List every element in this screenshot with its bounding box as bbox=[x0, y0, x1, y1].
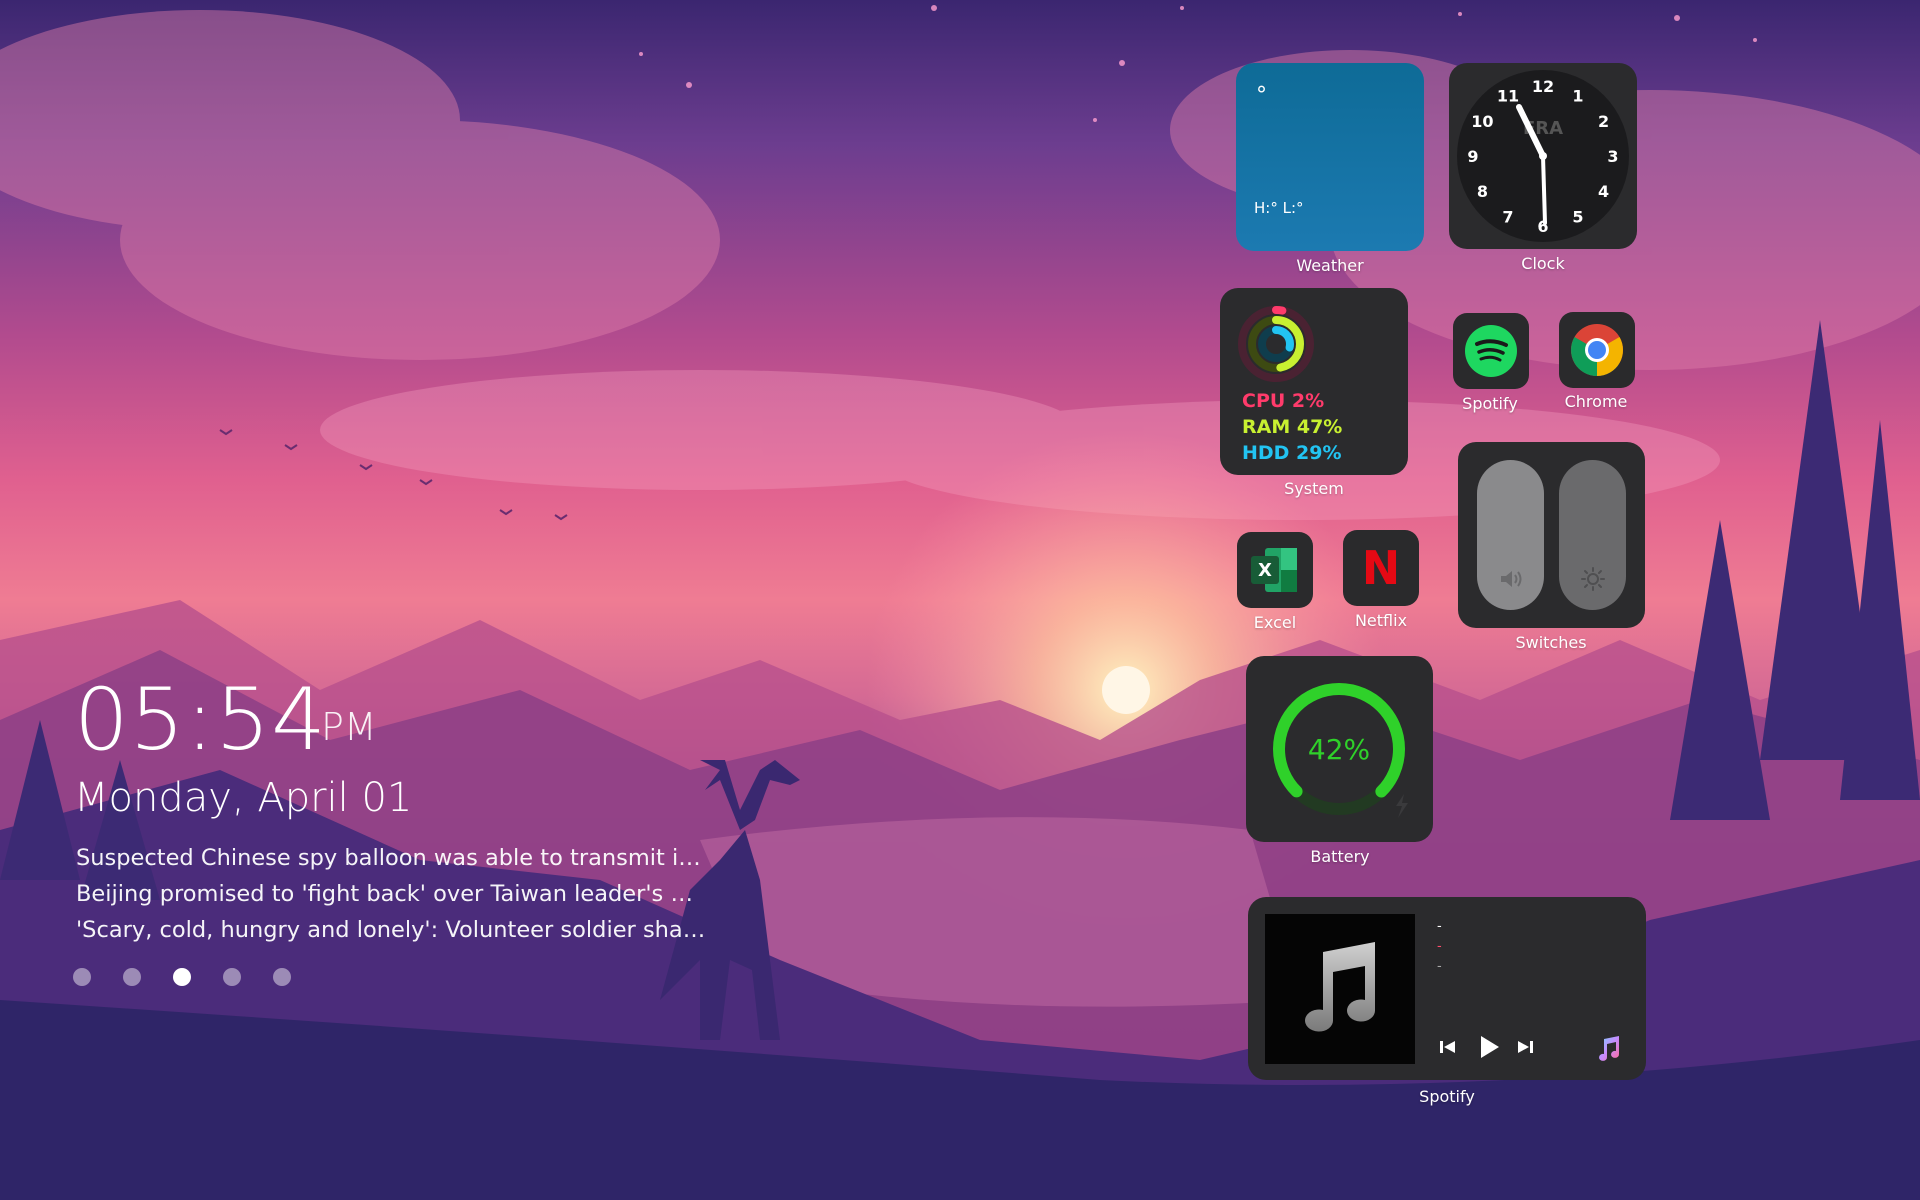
chrome-app-icon[interactable] bbox=[1559, 312, 1635, 388]
battery-label: Battery bbox=[1310, 847, 1370, 866]
clock-number: 10 bbox=[1471, 112, 1493, 131]
clock-minute-hand bbox=[1541, 154, 1547, 225]
clock-number: 4 bbox=[1598, 182, 1609, 201]
clock-number: 8 bbox=[1477, 182, 1488, 201]
play-icon[interactable] bbox=[1477, 1034, 1501, 1060]
cpu-usage: CPU 2% bbox=[1242, 390, 1325, 412]
battery-percent: 42% bbox=[1308, 733, 1370, 766]
netflix-icon: N bbox=[1362, 541, 1401, 595]
system-monitor-widget[interactable]: CPU 2% RAM 47% HDD 29% bbox=[1220, 288, 1408, 475]
switches-label: Switches bbox=[1515, 633, 1587, 652]
spotify-player-widget: - - - bbox=[1248, 897, 1646, 1080]
weather-high-low: H:° L:° bbox=[1254, 199, 1304, 217]
spotify-player-label: Spotify bbox=[1419, 1087, 1475, 1106]
news-headline[interactable]: Suspected Chinese spy balloon was able t… bbox=[76, 845, 706, 871]
pager-dot[interactable] bbox=[73, 968, 91, 986]
clock-number: 5 bbox=[1572, 208, 1583, 227]
news-headline[interactable]: 'Scary, cold, hungry and lonely': Volunt… bbox=[76, 917, 706, 943]
netflix-app-label: Netflix bbox=[1354, 611, 1408, 630]
track-album: - bbox=[1437, 959, 1442, 974]
desktop-date: Monday, April 01 bbox=[74, 775, 413, 821]
clock-label: Clock bbox=[1521, 254, 1565, 273]
weather-widget[interactable]: ° H:° L:° bbox=[1236, 63, 1424, 251]
excel-app-icon[interactable]: X bbox=[1237, 532, 1313, 608]
clock-number: 12 bbox=[1532, 77, 1554, 96]
chrome-icon bbox=[1571, 324, 1623, 376]
previous-track-icon[interactable] bbox=[1439, 1039, 1457, 1055]
ram-usage: RAM 47% bbox=[1242, 416, 1343, 438]
clock-number: 3 bbox=[1607, 147, 1618, 166]
battery-ring: 42% bbox=[1273, 683, 1408, 818]
clock-number: 9 bbox=[1467, 147, 1478, 166]
weather-temperature: ° bbox=[1256, 83, 1267, 108]
track-title: - bbox=[1437, 919, 1442, 934]
clock-widget[interactable]: FRA 12 1 2 3 4 5 6 7 8 9 10 11 bbox=[1449, 63, 1637, 249]
netflix-app-icon[interactable]: N bbox=[1343, 530, 1419, 606]
system-rings bbox=[1238, 306, 1314, 382]
track-artist: - bbox=[1437, 939, 1442, 954]
music-app-icon[interactable] bbox=[1594, 1033, 1624, 1063]
pager-dot[interactable] bbox=[123, 968, 141, 986]
clock-number: 1 bbox=[1572, 86, 1583, 105]
clock-number: 11 bbox=[1497, 86, 1519, 105]
hdd-usage: HDD 29% bbox=[1242, 442, 1342, 464]
spotify-icon bbox=[1465, 325, 1517, 377]
speaker-icon bbox=[1501, 571, 1522, 587]
news-headline[interactable]: Beijing promised to 'fight back' over Ta… bbox=[76, 881, 706, 907]
desktop-clock-time: 05:54 bbox=[74, 670, 327, 770]
battery-widget[interactable]: 42% bbox=[1246, 656, 1433, 842]
music-note-icon bbox=[1305, 942, 1376, 1032]
weather-label: Weather bbox=[1296, 256, 1364, 275]
system-label: System bbox=[1284, 479, 1344, 498]
switches-widget bbox=[1458, 442, 1645, 628]
next-track-icon[interactable] bbox=[1516, 1039, 1534, 1055]
analog-clock-face: FRA 12 1234567891011 bbox=[1457, 70, 1629, 242]
netflix-glyph: N bbox=[1362, 541, 1401, 595]
clock-number: 2 bbox=[1598, 112, 1609, 131]
charging-bolt-icon bbox=[1396, 794, 1408, 818]
sun-icon bbox=[1581, 567, 1605, 591]
chrome-app-label: Chrome bbox=[1564, 392, 1628, 411]
volume-slider[interactable] bbox=[1477, 460, 1544, 610]
excel-glyph: X bbox=[1258, 560, 1272, 581]
pager-dot[interactable] bbox=[273, 968, 291, 986]
desktop-clock-ampm: PM bbox=[321, 705, 377, 749]
clock-number: 7 bbox=[1502, 208, 1513, 227]
pager-dot[interactable] bbox=[223, 968, 241, 986]
excel-icon: X bbox=[1251, 548, 1297, 592]
brightness-slider[interactable] bbox=[1559, 460, 1626, 610]
pager-dot-active[interactable] bbox=[173, 968, 191, 986]
album-artwork bbox=[1265, 914, 1415, 1064]
spotify-app-icon[interactable] bbox=[1453, 313, 1529, 389]
